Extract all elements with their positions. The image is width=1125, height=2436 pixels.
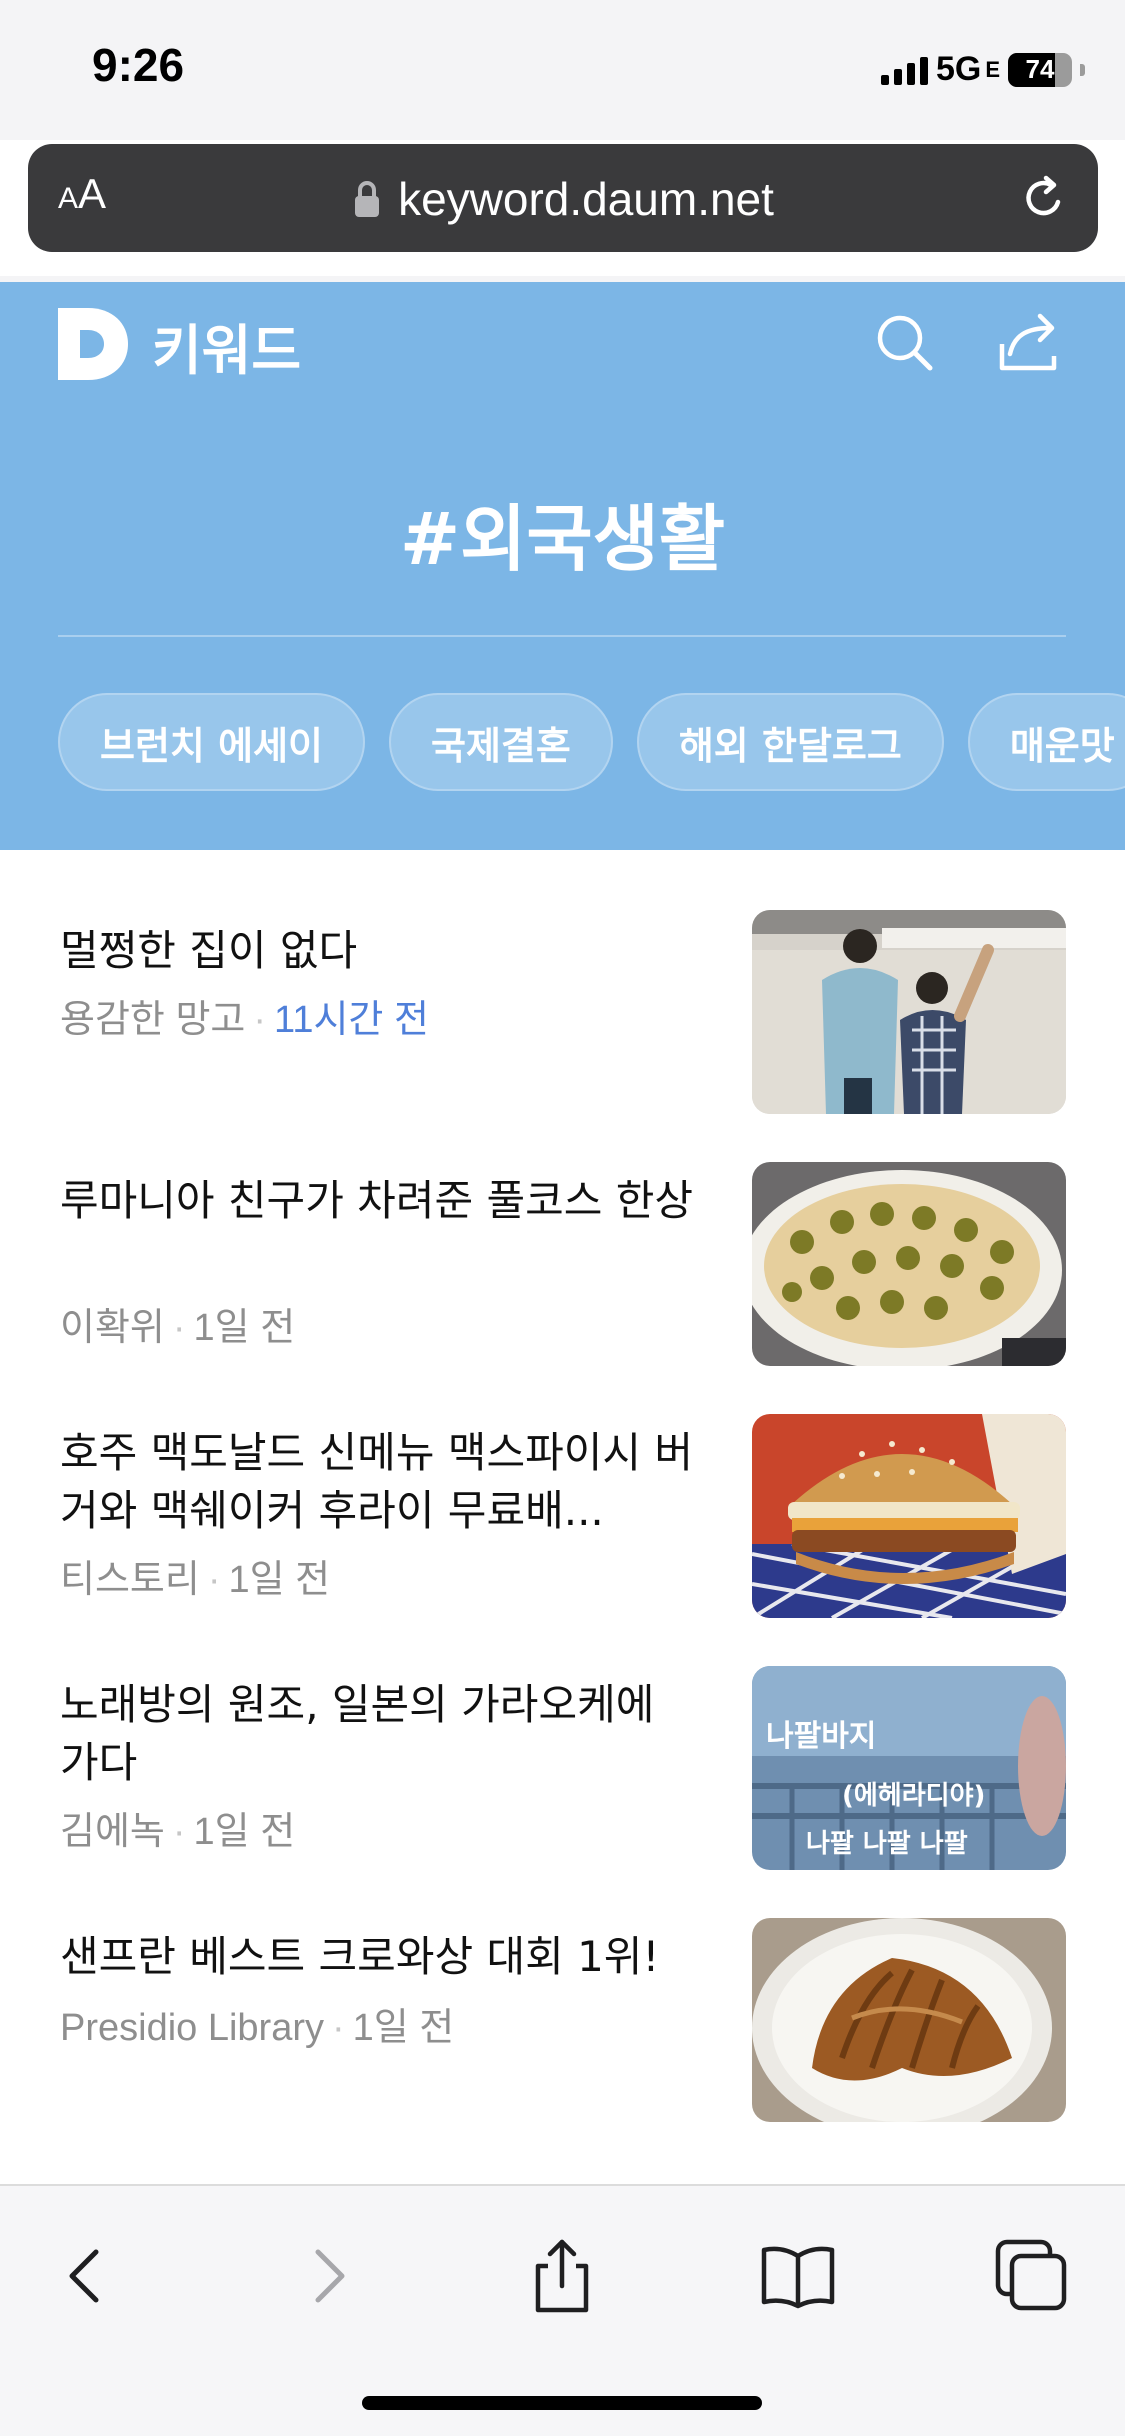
- article-source: 김에녹: [60, 1811, 165, 1853]
- thumbnail-caption-1: 나팔바지: [766, 1719, 876, 1754]
- network-label: 5G: [935, 50, 982, 88]
- list-item[interactable]: 노래방의 원조, 일본의 가라오케에 가다 김에녹 · 1일 전 나팔바지 (에헤라…: [0, 1666, 1125, 1876]
- article-thumbnail[interactable]: [752, 1414, 1066, 1618]
- article-title[interactable]: 멀쩡한 집이 없다: [60, 922, 700, 980]
- status-time: 9:26: [92, 39, 185, 91]
- home-indicator: [362, 2396, 762, 2410]
- status-indicators: 5G E 74: [880, 50, 1085, 89]
- back-icon[interactable]: [46, 2236, 126, 2316]
- chip-overseas-monthly-log[interactable]: 해외 한달로그: [636, 693, 944, 791]
- article-time: 1일 전: [193, 1811, 296, 1853]
- article-time: 11시간 전: [274, 999, 429, 1041]
- article-source: 티스토리: [60, 1559, 200, 1601]
- article-meta: Presidio Library · 1일 전: [60, 2007, 455, 2049]
- share-icon[interactable]: [996, 310, 1062, 376]
- thumbnail-caption-2: (에헤라디야): [842, 1781, 985, 1811]
- tabs-icon[interactable]: [992, 2236, 1072, 2316]
- list-item[interactable]: 멀쩡한 집이 없다 용감한 망고 · 11시간 전: [0, 910, 1125, 1120]
- daum-logo[interactable]: [58, 308, 128, 380]
- related-keyword-chips: 브런치 에세이 국제결혼 해외 한달로그 매운맛: [58, 693, 1125, 791]
- battery-level: 74: [1025, 54, 1055, 84]
- chip-spicy[interactable]: 매운맛: [967, 693, 1125, 791]
- article-thumbnail[interactable]: [752, 910, 1066, 1114]
- article-title[interactable]: 호주 맥도날드 신메뉴 맥스파이시 버거와 맥쉐이커 후라이 무료배...: [60, 1424, 700, 1540]
- battery-tip: [1080, 63, 1085, 76]
- brand-title[interactable]: 키워드: [152, 306, 301, 385]
- article-source: Presidio Library: [60, 2007, 324, 2049]
- article-meta: 김에녹 · 1일 전: [60, 1811, 296, 1853]
- article-time: 1일 전: [228, 1559, 331, 1601]
- article-source: 이확위: [60, 1307, 165, 1349]
- article-time: 1일 전: [352, 2007, 455, 2049]
- status-bar: 9:26 5G E 74: [0, 0, 1125, 140]
- url-display[interactable]: keyword.daum.net: [28, 172, 1098, 226]
- keyword-title: #외국생활: [399, 497, 726, 581]
- list-item[interactable]: 샌프란 베스트 크로와상 대회 1위! Presidio Library · 1일 …: [0, 1918, 1125, 2128]
- lock-icon: [355, 181, 380, 217]
- chip-international-marriage[interactable]: 국제결혼: [389, 693, 613, 791]
- article-meta: 용감한 망고 · 11시간 전: [60, 999, 429, 1041]
- list-item[interactable]: 호주 맥도날드 신메뉴 맥스파이시 버거와 맥쉐이커 후라이 무료배... 티스…: [0, 1414, 1125, 1624]
- article-title[interactable]: 노래방의 원조, 일본의 가라오케에 가다: [60, 1676, 700, 1792]
- article-title[interactable]: 샌프란 베스트 크로와상 대회 1위!: [60, 1928, 700, 1986]
- list-item[interactable]: 루마니아 친구가 차려준 풀코스 한상 이확위 · 1일 전: [0, 1162, 1125, 1372]
- article-source: 용감한 망고: [60, 999, 246, 1041]
- article-meta: 이확위 · 1일 전: [60, 1307, 296, 1349]
- article-meta: 티스토리 · 1일 전: [60, 1559, 331, 1601]
- thumbnail-caption-3: 나팔 나팔 나팔: [806, 1829, 968, 1859]
- article-thumbnail[interactable]: [752, 1162, 1066, 1366]
- forward-icon[interactable]: [288, 2236, 368, 2316]
- reload-icon[interactable]: [1018, 172, 1070, 224]
- network-suffix: E: [985, 56, 1000, 82]
- article-thumbnail[interactable]: 나팔바지 (에헤라디야) 나팔 나팔 나팔: [752, 1666, 1066, 1870]
- url-text: keyword.daum.net: [398, 173, 774, 225]
- search-icon[interactable]: [872, 310, 938, 376]
- header-divider: [58, 635, 1066, 637]
- signal-icon: [880, 55, 928, 85]
- article-time: 1일 전: [193, 1307, 296, 1349]
- article-title[interactable]: 루마니아 친구가 차려준 풀코스 한상: [60, 1172, 700, 1230]
- article-thumbnail[interactable]: [752, 1918, 1066, 2122]
- chip-brunch-essay[interactable]: 브런치 에세이: [58, 693, 365, 791]
- bookmarks-icon[interactable]: [758, 2236, 838, 2316]
- battery-icon: 74: [1008, 52, 1072, 87]
- share-icon[interactable]: [522, 2236, 602, 2316]
- address-bar[interactable]: AA keyword.daum.net: [28, 144, 1098, 252]
